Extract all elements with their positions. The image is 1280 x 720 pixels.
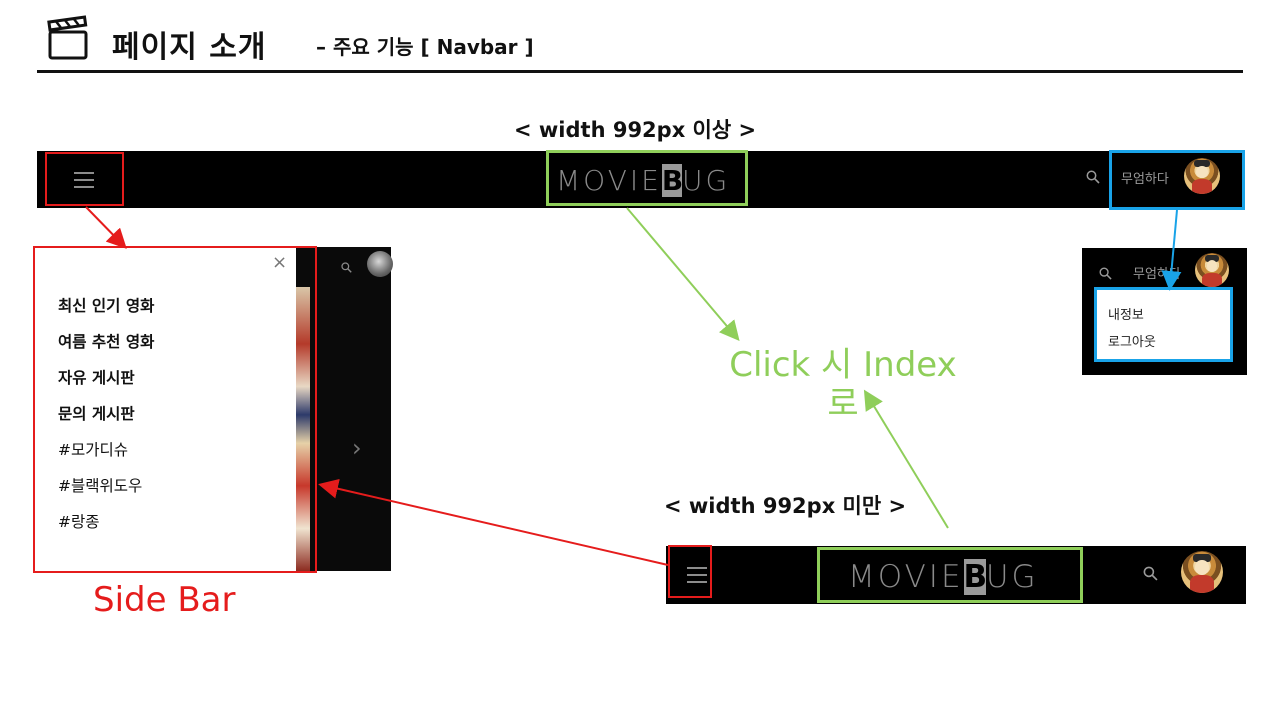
sidebar-caption: Side Bar: [93, 580, 236, 620]
sidebar-highlight-box: [33, 246, 317, 573]
hamburger-highlight-box: [45, 152, 124, 206]
logo-highlight-box: [817, 547, 1083, 603]
small-screen-caption: < width 992px 미만 >: [664, 494, 907, 518]
search-icon[interactable]: [341, 258, 352, 277]
dropdown-highlight-box: [1094, 287, 1233, 362]
title-divider: [37, 70, 1243, 73]
large-screen-caption: < width 992px 이상 >: [514, 118, 757, 142]
logo-click-caption: Click 시 Index 로: [729, 345, 957, 425]
chevron-right-icon[interactable]: ›: [352, 434, 362, 462]
user-highlight-box: [1109, 150, 1245, 210]
user-avatar[interactable]: [367, 251, 393, 277]
arrow-wide-logo-to-caption: [626, 207, 740, 342]
arrow-hamburger-to-sidebar: [85, 206, 127, 249]
search-icon[interactable]: [1099, 265, 1112, 284]
user-avatar[interactable]: [1181, 551, 1223, 593]
search-icon[interactable]: [1086, 170, 1100, 184]
user-avatar[interactable]: [1195, 253, 1229, 287]
dropdown-user-name[interactable]: 무엄하다: [1133, 263, 1181, 282]
search-icon[interactable]: [1143, 566, 1158, 585]
hamburger-highlight-box: [668, 545, 712, 598]
page-subtitle: – 주요 기능 [ Navbar ]: [316, 35, 534, 59]
logo-highlight-box: [546, 150, 748, 206]
page-title: 페이지 소개: [112, 30, 267, 65]
clapperboard-icon: [47, 14, 89, 62]
